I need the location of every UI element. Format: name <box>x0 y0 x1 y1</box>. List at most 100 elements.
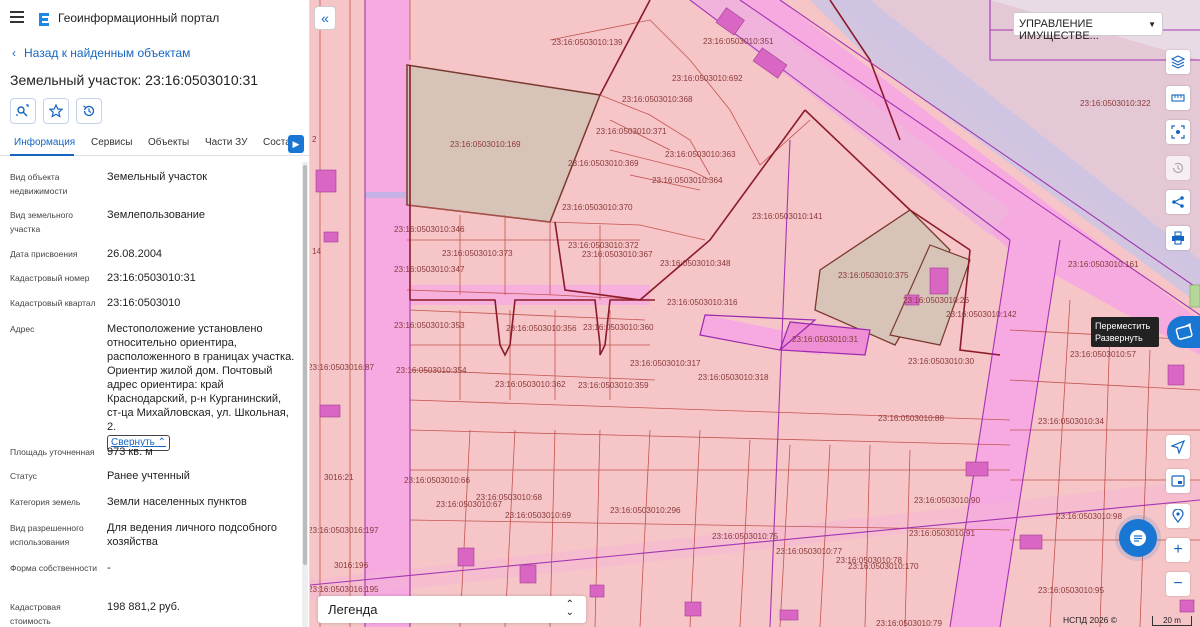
parcel-label: 23:16:0503010:170 <box>848 562 919 571</box>
chat-button[interactable] <box>1119 519 1157 557</box>
info-tabs: Информация Сервисы Объекты Части ЗУ Сост… <box>0 132 309 156</box>
parcel-label: 23:16:0503010:161 <box>1068 260 1139 269</box>
parcel-label: 23:16:0503010:351 <box>703 37 774 46</box>
plus-icon: + <box>1173 541 1183 558</box>
parcel-label: 23:16:0503010:367 <box>582 250 653 259</box>
tab-information[interactable]: Информация <box>14 137 75 148</box>
parcel-label: 23:16:0503016:195 <box>310 585 379 594</box>
parcel-label: 23:16:0503010:318 <box>698 373 769 382</box>
address-value: Местоположение установлено относительно … <box>107 322 297 451</box>
history-map-button[interactable] <box>1166 156 1190 180</box>
print-button[interactable] <box>1166 226 1190 250</box>
panel-scrollbar-thumb[interactable] <box>303 165 307 565</box>
parcel-label: 14 <box>312 247 322 256</box>
property-value: - <box>107 562 111 574</box>
collapse-panel-button[interactable]: « <box>314 6 336 30</box>
property-label: Кадастровый квартал <box>10 298 96 308</box>
navigation-arrow-icon <box>1171 440 1185 454</box>
property-value: Земельный участок <box>107 171 208 183</box>
property-label: Кадастровый номер <box>10 273 90 283</box>
history-button[interactable] <box>76 98 102 124</box>
ruler-icon <box>1171 94 1185 102</box>
share-icon <box>1172 196 1184 208</box>
parcel-label: 23:16:0503010:296 <box>610 506 681 515</box>
double-chevron-left-icon: « <box>321 10 329 26</box>
parcel-label: 23:16:0503010:372 <box>568 241 639 250</box>
parcel-label: 23:16:0503010:77 <box>776 547 842 556</box>
tooltip-line: Развернуть <box>1095 333 1143 343</box>
location-search-icon <box>1172 509 1184 523</box>
property-label: Кадастровая стоимость <box>10 602 61 626</box>
property-value: Для ведения личного подсобного хозяйства <box>107 522 278 548</box>
zoom-in-button[interactable]: + <box>1166 538 1190 562</box>
tooltip: Переместить Развернуть <box>1091 317 1159 347</box>
property-label: Дата присвоения <box>10 249 78 259</box>
parcel-label: 23:16:0503010:142 <box>946 310 1017 319</box>
history-icon <box>83 105 95 117</box>
move-expand-button[interactable] <box>1167 316 1200 348</box>
star-icon <box>49 104 63 118</box>
parcel-label: 23:16:0503016:87 <box>310 363 374 372</box>
property-label: Вид разрешенного использования <box>10 523 84 547</box>
cadastral-map[interactable]: 23:16:0503010:139 23:16:0503010:351 23:1… <box>310 0 1200 627</box>
tab-parcel-parts[interactable]: Части ЗУ <box>205 137 247 148</box>
legend-toggle[interactable]: Легенда ⌃ ⌄ <box>318 596 586 623</box>
menu-icon[interactable] <box>10 11 24 23</box>
chevron-right-icon: ▶ <box>292 138 300 149</box>
layer-select[interactable]: УПРАВЛЕНИЕ ИМУЩЕСТВЕ... ▼ <box>1013 12 1163 42</box>
history-icon <box>1172 162 1184 174</box>
select-area-button[interactable] <box>1166 120 1190 144</box>
select-area-icon <box>1171 125 1185 139</box>
property-value: Местоположение установлено относительно … <box>107 323 295 433</box>
measure-button[interactable] <box>1166 86 1190 110</box>
search-location-button[interactable] <box>1166 504 1190 528</box>
parcel-label: 23:16:0503010:316 <box>667 298 738 307</box>
parcel-label: 23:16:0503010:69 <box>505 511 571 520</box>
back-to-results-link[interactable]: ‹ Назад к найденным объектам <box>12 46 190 60</box>
locate-object-button[interactable] <box>10 98 36 124</box>
parcel-label: 23:16:0503010:141 <box>752 212 823 221</box>
property-value: Ранее учтенный <box>107 470 190 482</box>
favorite-button[interactable] <box>43 98 69 124</box>
layers-icon <box>1171 55 1185 69</box>
parcel-label: 23:16:0503010:373 <box>442 249 513 258</box>
map-scale-bar: 20 m <box>1152 616 1192 626</box>
parcel-label: 2 <box>312 135 317 144</box>
parcel-label: 23:16:0503010:34 <box>1038 417 1104 426</box>
chat-icon <box>1130 530 1146 546</box>
dropdown-arrow-icon: ▼ <box>1148 20 1156 29</box>
layer-select-value: УПРАВЛЕНИЕ ИМУЩЕСТВЕ... <box>1019 18 1099 42</box>
tab-services[interactable]: Сервисы <box>91 137 132 148</box>
my-location-button[interactable] <box>1166 435 1190 459</box>
tabs-scroll-right-button[interactable]: ▶ <box>288 135 304 153</box>
parcel-label: 23:16:0503010:88 <box>878 414 944 423</box>
move-panel-icon <box>1175 322 1193 340</box>
property-label: Категория земель <box>10 497 81 507</box>
property-label: Вид земельного участка <box>10 210 74 234</box>
parcel-label: 3016:196 <box>334 561 369 570</box>
minimap-button[interactable] <box>1166 469 1190 493</box>
parcel-label: 23:16:0503010:362 <box>495 380 566 389</box>
back-label: Назад к найденным объектам <box>24 46 191 60</box>
minus-icon: − <box>1173 575 1183 592</box>
share-button[interactable] <box>1166 190 1190 214</box>
property-label: Статус <box>10 471 37 481</box>
property-label: Площадь уточненная <box>10 447 95 457</box>
property-label: Вид объекта недвижимости <box>10 172 68 196</box>
parcel-label: 23:16:0503010:371 <box>596 127 667 136</box>
tab-composition[interactable]: Соста <box>263 137 291 148</box>
map-canvas[interactable]: 23:16:0503010:139 23:16:0503010:351 23:1… <box>310 0 1200 627</box>
parcel-label: 23:16:0503010:95 <box>1038 586 1104 595</box>
parcel-label: 23:16:0503010:79 <box>876 619 942 627</box>
tab-objects[interactable]: Объекты <box>148 137 189 148</box>
layers-button[interactable] <box>1166 50 1190 74</box>
minimap-icon <box>1171 475 1185 487</box>
parcel-label: 3016:21 <box>324 473 354 482</box>
printer-icon <box>1172 231 1184 245</box>
parcel-label: 23:16:0503010:66 <box>404 476 470 485</box>
parcel-label: 23:16:0503010:369 <box>568 159 639 168</box>
parcel-label: 23:16:0503010:98 <box>1056 512 1122 521</box>
property-value: Землепользование <box>107 209 206 221</box>
parcel-label: 23:16:0503010:356 <box>506 324 577 333</box>
zoom-out-button[interactable]: − <box>1166 572 1190 596</box>
